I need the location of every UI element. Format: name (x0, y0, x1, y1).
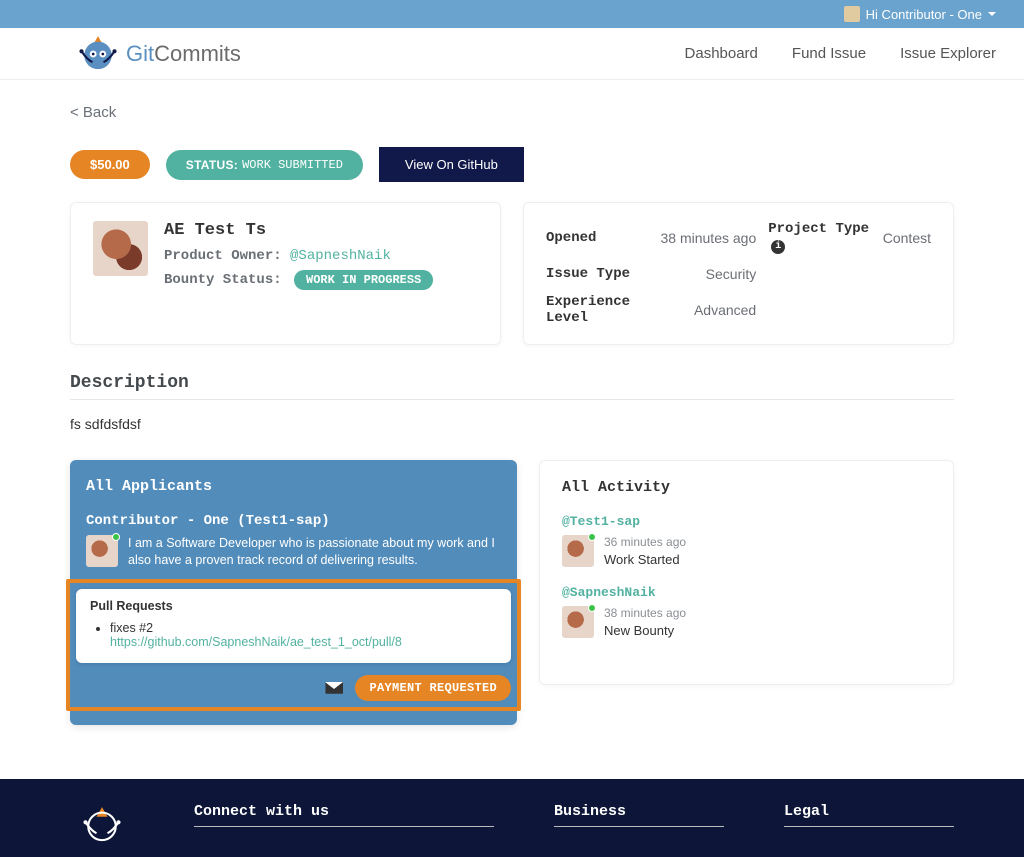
back-link[interactable]: < Back (70, 104, 116, 121)
footer: Connect with us Business Legal (0, 779, 1024, 857)
applicant-avatar (86, 535, 118, 567)
activity-user-link[interactable]: @SapneshNaik (562, 585, 931, 600)
experience-value: Advanced (661, 302, 757, 318)
top-bar: Hi Contributor - One (0, 0, 1024, 28)
chevron-down-icon (988, 12, 996, 16)
pull-request-link[interactable]: https://github.com/SapneshNaik/ae_test_1… (110, 635, 402, 649)
info-icon[interactable]: i (771, 240, 785, 254)
issue-title: AE Test Ts (164, 221, 433, 240)
project-thumbnail (93, 221, 148, 276)
status-pill: STATUS: WORK SUBMITTED (166, 150, 363, 180)
status-value: WORK SUBMITTED (242, 158, 343, 172)
activity-heading: All Activity (562, 479, 931, 496)
description-heading: Description (70, 373, 954, 393)
avatar (844, 6, 860, 22)
activity-avatar (562, 535, 594, 567)
issue-type-value: Security (661, 266, 757, 282)
logo-icon (76, 32, 120, 76)
online-indicator-icon (588, 533, 596, 541)
experience-label: Experience Level (546, 294, 649, 326)
bounty-status-badge: WORK IN PROGRESS (294, 270, 433, 290)
logo[interactable]: GitCommits (76, 32, 241, 76)
footer-logo-icon (70, 803, 134, 847)
pull-request-text: fixes #2 (110, 621, 153, 635)
bounty-status-line: Bounty Status: WORK IN PROGRESS (164, 272, 433, 288)
highlight-box: Pull Requests fixes #2 https://github.co… (66, 579, 521, 711)
applicants-heading: All Applicants (86, 478, 501, 495)
pull-requests-heading: Pull Requests (90, 599, 497, 613)
activity-time: 36 minutes ago (604, 535, 686, 549)
owner-link[interactable]: @SapneshNaik (290, 248, 391, 264)
envelope-icon[interactable] (325, 682, 343, 694)
payment-requested-button[interactable]: PAYMENT REQUESTED (355, 675, 511, 701)
product-owner-line: Product Owner: @SapneshNaik (164, 248, 433, 264)
online-indicator-icon (588, 604, 596, 612)
activity-avatar (562, 606, 594, 638)
project-type-label: Project Typei (768, 221, 871, 254)
nav-links: Dashboard Fund Issue Issue Explorer (685, 45, 996, 62)
applicants-panel: All Applicants Contributor - One (Test1-… (70, 460, 517, 725)
opened-label: Opened (546, 230, 649, 246)
bounty-amount-pill: $50.00 (70, 150, 150, 179)
issue-info-card: Opened 38 minutes ago Project Typei Cont… (523, 202, 954, 345)
activity-user-link[interactable]: @Test1-sap (562, 514, 931, 529)
footer-connect-heading: Connect with us (194, 803, 494, 827)
activity-item: 38 minutes ago New Bounty (562, 606, 931, 638)
applicant-name: Contributor - One (Test1-sap) (86, 513, 501, 529)
nav-bar: GitCommits Dashboard Fund Issue Issue Ex… (0, 28, 1024, 80)
user-menu[interactable]: Hi Contributor - One (844, 6, 996, 22)
issue-summary-card: AE Test Ts Product Owner: @SapneshNaik B… (70, 202, 501, 345)
activity-text: New Bounty (604, 623, 686, 638)
project-type-value: Contest (883, 230, 931, 246)
footer-legal-heading: Legal (784, 803, 954, 827)
activity-panel: All Activity @Test1-sap 36 minutes ago W… (539, 460, 954, 685)
footer-business-heading: Business (554, 803, 724, 827)
status-label: STATUS: (186, 158, 238, 172)
activity-time: 38 minutes ago (604, 606, 686, 620)
nav-fund-issue[interactable]: Fund Issue (792, 45, 866, 62)
divider (70, 399, 954, 400)
pull-request-item: fixes #2 https://github.com/SapneshNaik/… (110, 621, 497, 649)
applicant-bio: I am a Software Developer who is passion… (128, 535, 501, 569)
owner-label: Product Owner: (164, 248, 282, 264)
issue-type-label: Issue Type (546, 266, 649, 282)
pull-requests-card: Pull Requests fixes #2 https://github.co… (76, 589, 511, 663)
activity-text: Work Started (604, 552, 686, 567)
logo-text: GitCommits (126, 41, 241, 67)
user-greeting: Hi Contributor - One (866, 7, 982, 22)
nav-issue-explorer[interactable]: Issue Explorer (900, 45, 996, 62)
opened-value: 38 minutes ago (661, 230, 757, 246)
badges-row: $50.00 STATUS: WORK SUBMITTED View On Gi… (70, 147, 954, 182)
nav-dashboard[interactable]: Dashboard (685, 45, 758, 62)
online-indicator-icon (112, 533, 120, 541)
view-on-github-button[interactable]: View On GitHub (379, 147, 524, 182)
description-body: fs sdfdsfdsf (70, 416, 954, 432)
activity-item: 36 minutes ago Work Started (562, 535, 931, 567)
bounty-status-label: Bounty Status: (164, 272, 282, 288)
